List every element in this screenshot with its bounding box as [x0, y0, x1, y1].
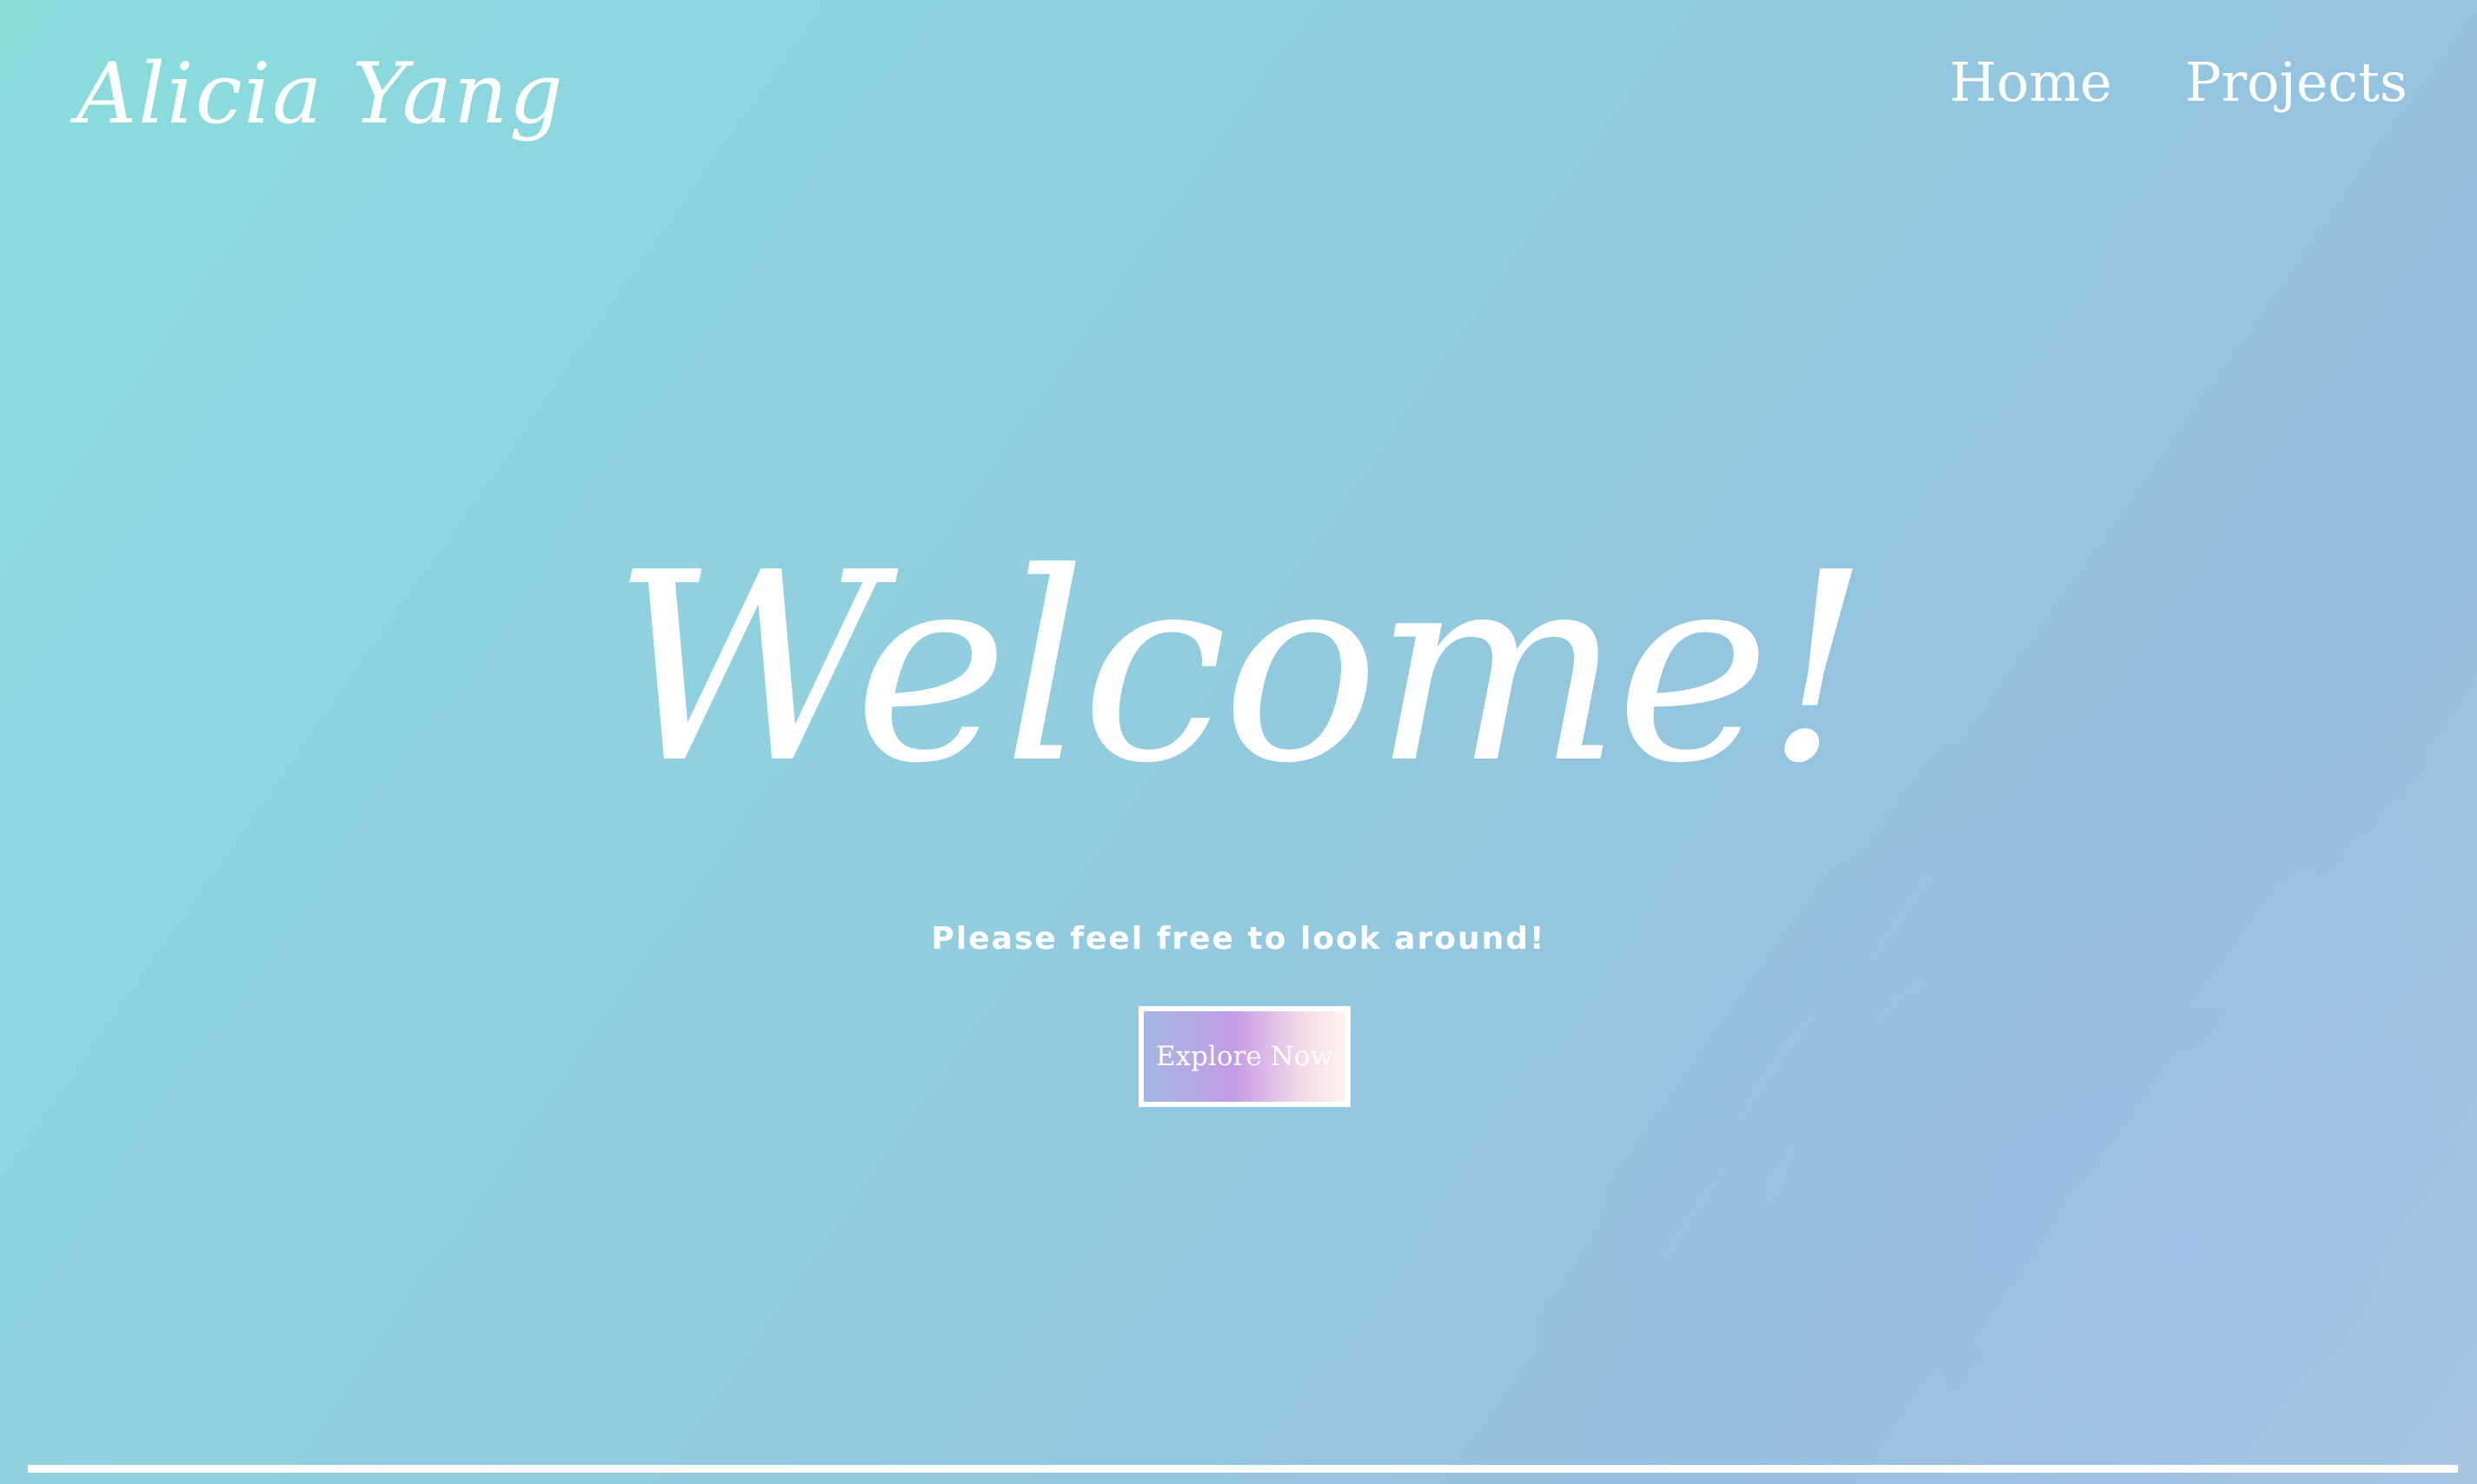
nav-projects-link[interactable]: Projects: [2185, 50, 2407, 114]
bottom-divider: [28, 1465, 2458, 1473]
nav-home-link[interactable]: Home: [1949, 50, 2112, 114]
hero-subtitle: Please feel free to look around!: [931, 921, 1546, 957]
hero-title: Welcome!: [612, 517, 1870, 820]
explore-now-button[interactable]: Explore Now: [1139, 1006, 1351, 1107]
main-nav: Home Projects: [1949, 50, 2407, 114]
explore-now-label: Explore Now: [1156, 1041, 1333, 1072]
brand-logo[interactable]: Alicia Yang: [76, 45, 564, 142]
